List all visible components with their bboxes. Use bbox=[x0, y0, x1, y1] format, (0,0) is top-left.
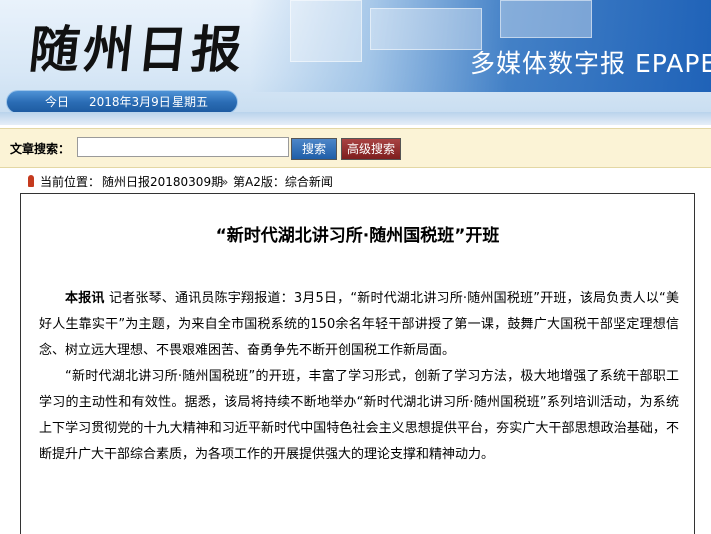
breadcrumb-section-link[interactable]: 第A2版：综合新闻 bbox=[233, 173, 333, 191]
article-lead: 本报讯 bbox=[65, 291, 105, 306]
epaper-slogan: 多媒体数字报 EPAPE bbox=[470, 49, 711, 78]
location-pin-icon bbox=[28, 175, 34, 187]
advanced-search-button[interactable]: 高级搜索 bbox=[341, 138, 401, 160]
date-weekday: 星期五 bbox=[172, 95, 209, 109]
date-bar: 今日 2018年3月9日 星期五 bbox=[6, 90, 238, 114]
site-logo[interactable]: 随州日报 bbox=[26, 10, 250, 82]
collage-page-2 bbox=[370, 8, 482, 50]
article-paragraph-1: 本报讯 记者张琴、通讯员陈宇翔报道：3月5日，“新时代湖北讲习所·随州国税班”开… bbox=[39, 286, 679, 364]
search-button[interactable]: 搜索 bbox=[291, 138, 337, 160]
collage-page-1 bbox=[290, 0, 362, 62]
date-value: 2018年3月9日 bbox=[89, 95, 171, 109]
collage-page-3 bbox=[500, 0, 592, 38]
search-input[interactable] bbox=[77, 137, 289, 157]
breadcrumb-paper-link[interactable]: 随州日报20180309期 bbox=[102, 173, 223, 191]
date-today-label: 今日 bbox=[45, 95, 70, 109]
article-title: “新时代湖北讲习所·随州国税班”开班 bbox=[215, 226, 500, 246]
article-box: “新时代湖北讲习所·随州国税班”开班 本报讯 记者张琴、通讯员陈宇翔报道：3月5… bbox=[20, 193, 695, 534]
breadcrumb-separator: » bbox=[221, 175, 229, 189]
article-paragraph-2: “新时代湖北讲习所·随州国税班”的开班，丰富了学习形式，创新了学习方法，极大地增… bbox=[39, 369, 679, 462]
banner-bottom-strip bbox=[0, 112, 711, 125]
breadcrumb-prefix: 当前位置： bbox=[40, 175, 101, 189]
header-banner: 随州日报 多媒体数字报 EPAPE 今日 2018年3月9日 星期五 bbox=[0, 0, 711, 125]
article-body: 本报讯 记者张琴、通讯员陈宇翔报道：3月5日，“新时代湖北讲习所·随州国税班”开… bbox=[39, 286, 679, 468]
search-label: 文章搜索： bbox=[10, 142, 71, 156]
article-paragraph-1-text: 记者张琴、通讯员陈宇翔报道：3月5日，“新时代湖北讲习所·随州国税班”开班，该局… bbox=[39, 291, 679, 358]
search-bar: 文章搜索： 搜索 高级搜索 bbox=[0, 128, 711, 168]
